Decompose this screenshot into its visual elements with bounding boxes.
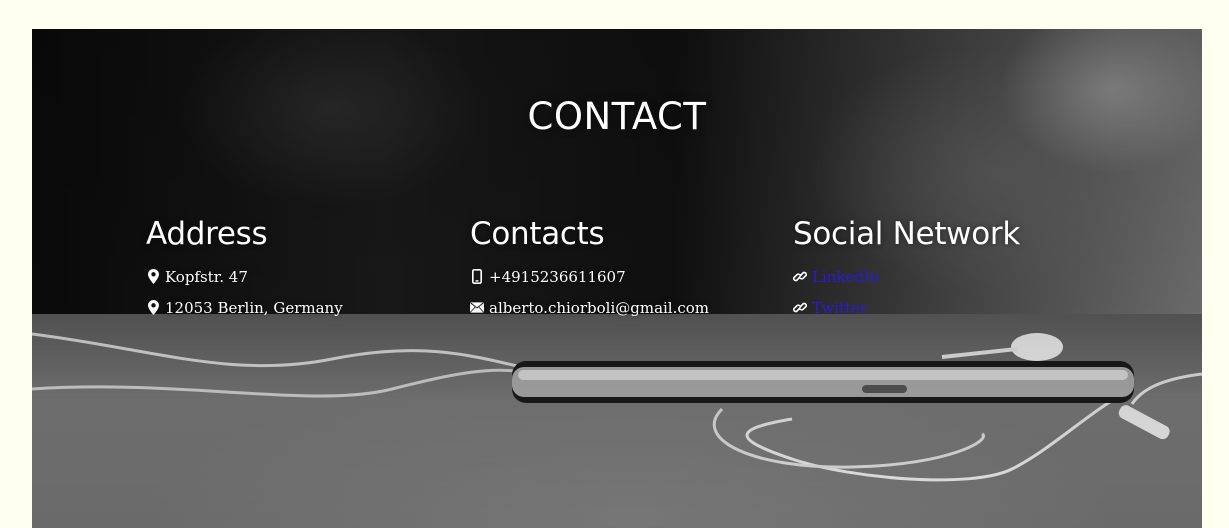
contacts-heading: Contacts [470,216,605,252]
mobile-phone-icon [470,269,484,285]
contacts-column: Contacts +4915236611607 alberto.chiorbol… [470,213,770,323]
link-icon [793,300,807,316]
map-marker-icon [146,300,160,316]
email-address: alberto.chiorboli@gmail.com [489,298,710,317]
link-icon [793,269,807,285]
social-item-linkedin: LinkedIn [793,261,1093,292]
envelope-icon [470,300,484,316]
email-row: alberto.chiorboli@gmail.com [470,292,770,323]
social-column: Social Network LinkedIn Twitter [793,213,1093,323]
contact-content: CONTACT Address Kopfstr. 47 12053 Berlin… [32,29,1202,528]
social-item-twitter: Twitter [793,292,1093,323]
address-street-text: Kopfstr. 47 [165,267,248,286]
phone-row: +4915236611607 [470,261,770,292]
phone-number: +4915236611607 [489,267,626,286]
address-city-text: 12053 Berlin, Germany [165,298,343,317]
contact-section: CONTACT Address Kopfstr. 47 12053 Berlin… [32,29,1202,528]
address-line-city: 12053 Berlin, Germany [146,292,446,323]
section-title: CONTACT [527,95,707,138]
map-marker-icon [146,269,160,285]
address-line-street: Kopfstr. 47 [146,261,446,292]
address-heading: Address [146,216,268,252]
social-heading: Social Network [793,216,1020,252]
linkedin-link[interactable]: LinkedIn [812,268,880,286]
twitter-link[interactable]: Twitter [812,299,867,317]
address-column: Address Kopfstr. 47 12053 Berlin, German… [146,213,446,323]
